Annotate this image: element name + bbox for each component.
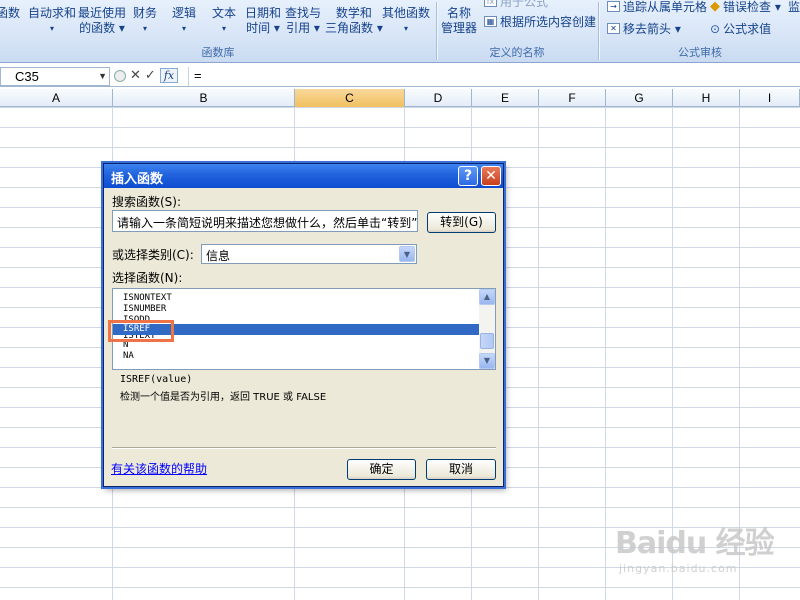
use-in-formula-button[interactable]: fx 用于公式: [484, 0, 548, 10]
help-icon[interactable]: ?: [458, 166, 478, 186]
scroll-thumb[interactable]: [480, 333, 494, 349]
close-icon[interactable]: ✕: [481, 166, 501, 186]
formula-bar: C35 ▼ ✕ ✓ fx =: [0, 66, 800, 87]
ribbon: 函数 自动求和▾ 最近使用的函数 ▾ 财务▾ 逻辑▾ 文本▾ 日期和时间 ▾ 查…: [0, 0, 800, 63]
category-select[interactable]: 信息 ▼: [201, 244, 417, 264]
watch-window-button[interactable]: 监: [788, 0, 800, 15]
scroll-up-icon[interactable]: ▲: [479, 289, 495, 305]
list-scrollbar[interactable]: ▲ ▼: [479, 289, 495, 369]
insert-function-dialog: 插入函数 ? ✕ 搜索函数(S): 请输入一条简短说明来描述您想做什么，然后单击…: [103, 163, 504, 487]
column-headers: A B C D E F G H I: [0, 89, 800, 107]
column-header-f[interactable]: F: [539, 89, 606, 107]
scroll-down-icon[interactable]: ▼: [479, 353, 495, 369]
column-header-h[interactable]: H: [673, 89, 740, 107]
watermark: Baidu 经验 jingyan.baidu.com: [615, 518, 775, 575]
insert-function-fx-button[interactable]: fx: [159, 68, 179, 83]
group-label-formula-auditing: 公式审核: [678, 46, 722, 59]
more-functions-button[interactable]: 其他函数 ▾: [382, 6, 430, 36]
lookup-reference-button[interactable]: 查找与 引用 ▾: [285, 6, 321, 36]
search-label: 搜索函数(S):: [112, 195, 182, 209]
ok-button[interactable]: 确定: [347, 459, 416, 480]
evaluate-icon: ⊙: [710, 21, 721, 36]
column-header-c[interactable]: C: [295, 89, 405, 107]
confirm-entry-icon[interactable]: ✓: [145, 68, 156, 83]
list-item[interactable]: ISNUMBER: [113, 304, 495, 315]
insert-function-button[interactable]: 函数: [0, 6, 20, 21]
warning-icon: ◆: [710, 0, 720, 14]
category-label: 或选择类别(C):: [112, 248, 194, 262]
remove-arrows-button[interactable]: ✕ 移去箭头 ▾: [607, 20, 681, 37]
formula-icon: fx: [484, 0, 497, 7]
recent-functions-button[interactable]: 最近使用 的函数 ▾: [78, 6, 126, 36]
dialog-divider: [112, 447, 496, 449]
cancel-entry-icon[interactable]: ✕: [130, 68, 141, 83]
list-item[interactable]: NA: [113, 351, 495, 362]
list-item[interactable]: ISNONTEXT: [113, 293, 495, 304]
name-manager-button[interactable]: 名称 管理器: [441, 6, 477, 36]
column-header-i[interactable]: I: [740, 89, 800, 107]
group-label-function-library: 函数库: [201, 46, 235, 59]
grip-icon: [114, 69, 126, 82]
annotation-highlight-box: [108, 320, 174, 342]
error-checking-button[interactable]: ◆ 错误检查 ▾: [710, 0, 781, 15]
text-functions-button[interactable]: 文本 ▾: [212, 6, 236, 36]
dialog-title: 插入函数: [111, 172, 164, 187]
chevron-down-icon[interactable]: ▼: [98, 68, 107, 85]
column-header-d[interactable]: D: [405, 89, 472, 107]
autosum-button[interactable]: 自动求和 ▾: [28, 6, 76, 36]
function-help-link[interactable]: 有关该函数的帮助: [111, 460, 207, 477]
column-header-e[interactable]: E: [472, 89, 539, 107]
column-header-g[interactable]: G: [606, 89, 673, 107]
dialog-titlebar[interactable]: 插入函数 ? ✕: [104, 164, 503, 188]
datetime-button[interactable]: 日期和 时间 ▾: [245, 6, 281, 36]
cancel-button[interactable]: 取消: [426, 459, 496, 480]
select-function-label: 选择函数(N):: [112, 271, 183, 285]
search-function-input[interactable]: 请输入一条简短说明来描述您想做什么，然后单击“转到”: [112, 210, 418, 232]
evaluate-formula-button[interactable]: ⊙ 公式求值: [710, 20, 771, 37]
function-syntax: ISREF(value): [120, 374, 193, 385]
logical-button[interactable]: 逻辑 ▾: [172, 6, 196, 36]
function-description: 检测一个值是否为引用，返回 TRUE 或 FALSE: [120, 392, 327, 403]
watermark-logo: Baidu 经验: [615, 526, 775, 561]
watermark-url: jingyan.baidu.com: [619, 562, 738, 575]
name-box[interactable]: C35 ▼: [0, 67, 110, 86]
trace-dependents-button[interactable]: → 追踪从属单元格: [607, 0, 707, 15]
chevron-down-icon[interactable]: ▼: [399, 246, 415, 262]
formula-input[interactable]: =: [188, 67, 800, 86]
go-button[interactable]: 转到(G): [427, 212, 496, 233]
column-header-a[interactable]: A: [0, 89, 113, 107]
grid-line: [538, 107, 539, 600]
financial-button[interactable]: 财务 ▾: [133, 6, 157, 36]
formula-tools: ✕ ✓ fx: [114, 68, 179, 83]
table-icon: ▦: [484, 16, 497, 27]
grid-line: [605, 107, 606, 600]
create-from-selection-button[interactable]: ▦ 根据所选内容创建: [484, 13, 596, 30]
math-trig-button[interactable]: 数学和 三角函数 ▾: [325, 6, 383, 36]
column-header-b[interactable]: B: [113, 89, 295, 107]
group-label-defined-names: 定义的名称: [489, 46, 545, 59]
trace-arrow-icon: →: [607, 1, 620, 12]
remove-arrows-icon: ✕: [607, 23, 620, 34]
group-separator: [598, 2, 599, 60]
